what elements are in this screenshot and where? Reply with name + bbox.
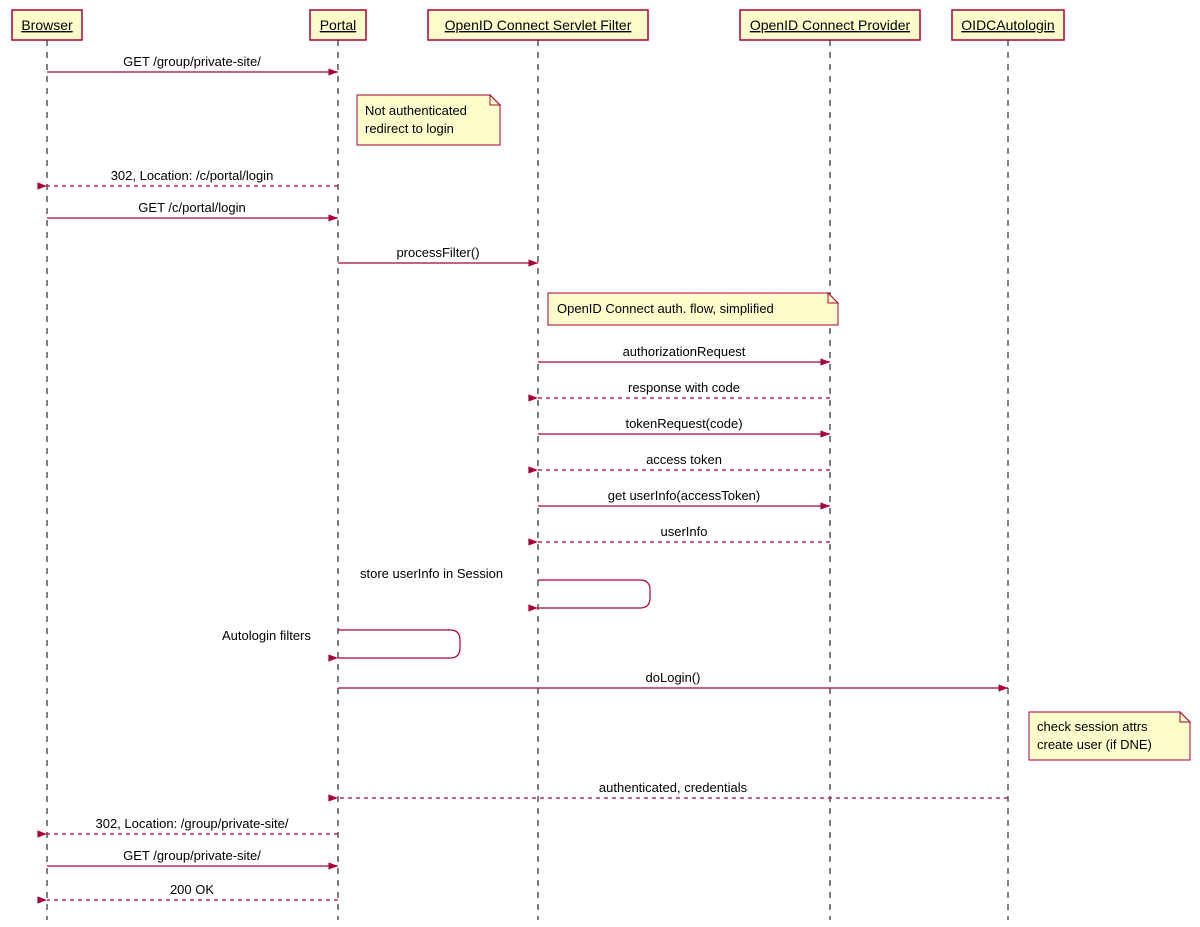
- msg-302-login: 302, Location: /c/portal/login: [47, 168, 338, 186]
- msg-store-userinfo-label: store userInfo in Session: [360, 566, 503, 581]
- note-check-session-line1: check session attrs: [1037, 719, 1148, 734]
- msg-get-private-site-label: GET /group/private-site/: [123, 54, 261, 69]
- msg-dologin: doLogin(): [338, 670, 1008, 688]
- msg-token-request-label: tokenRequest(code): [625, 416, 742, 431]
- msg-302-private: 302, Location: /group/private-site/: [47, 816, 338, 834]
- msg-autologin-filters: Autologin filters: [222, 628, 460, 658]
- msg-200-ok: 200 OK: [47, 882, 338, 900]
- msg-userinfo: userInfo: [538, 524, 830, 542]
- msg-dologin-label: doLogin(): [646, 670, 701, 685]
- msg-authenticated-label: authenticated, credentials: [599, 780, 748, 795]
- msg-autologin-filters-label: Autologin filters: [222, 628, 311, 643]
- participant-browser: Browser: [12, 10, 82, 40]
- msg-access-token: access token: [538, 452, 830, 470]
- participant-portal: Portal: [310, 10, 366, 40]
- participant-provider-label: OpenID Connect Provider: [750, 17, 911, 33]
- msg-store-userinfo: store userInfo in Session: [360, 566, 650, 608]
- msg-get-userinfo: get userInfo(accessToken): [538, 488, 830, 506]
- msg-response-code-label: response with code: [628, 380, 740, 395]
- msg-token-request: tokenRequest(code): [538, 416, 830, 434]
- participant-provider: OpenID Connect Provider: [740, 10, 920, 40]
- participant-filter: OpenID Connect Servlet Filter: [428, 10, 648, 40]
- msg-get-private-site: GET /group/private-site/: [47, 54, 338, 72]
- msg-get-private-site-2-label: GET /group/private-site/: [123, 848, 261, 863]
- msg-get-userinfo-label: get userInfo(accessToken): [608, 488, 760, 503]
- sequence-diagram: Browser Portal OpenID Connect Servlet Fi…: [0, 0, 1200, 927]
- note-not-authenticated-line2: redirect to login: [365, 121, 454, 136]
- msg-access-token-label: access token: [646, 452, 722, 467]
- msg-response-code: response with code: [538, 380, 830, 398]
- msg-get-private-site-2: GET /group/private-site/: [47, 848, 338, 866]
- msg-200-ok-label: 200 OK: [170, 882, 214, 897]
- note-check-session: check session attrs create user (if DNE): [1029, 712, 1190, 760]
- participant-filter-label: OpenID Connect Servlet Filter: [445, 17, 632, 33]
- msg-302-private-label: 302, Location: /group/private-site/: [96, 816, 289, 831]
- participant-browser-label: Browser: [21, 17, 73, 33]
- note-check-session-line2: create user (if DNE): [1037, 737, 1152, 752]
- note-auth-flow: OpenID Connect auth. flow, simplified: [548, 293, 838, 325]
- msg-processfilter-label: processFilter(): [396, 245, 479, 260]
- participant-portal-label: Portal: [320, 17, 357, 33]
- msg-302-login-label: 302, Location: /c/portal/login: [111, 168, 274, 183]
- msg-get-login: GET /c/portal/login: [47, 200, 338, 218]
- participant-autologin: OIDCAutologin: [952, 10, 1064, 40]
- msg-userinfo-label: userInfo: [661, 524, 708, 539]
- msg-authorization-request-label: authorizationRequest: [623, 344, 746, 359]
- msg-authorization-request: authorizationRequest: [538, 344, 830, 362]
- msg-processfilter: processFilter(): [338, 245, 538, 263]
- note-not-authenticated: Not authenticated redirect to login: [357, 95, 500, 145]
- note-not-authenticated-line1: Not authenticated: [365, 103, 467, 118]
- participant-autologin-label: OIDCAutologin: [961, 17, 1054, 33]
- msg-authenticated: authenticated, credentials: [338, 780, 1008, 798]
- note-auth-flow-label: OpenID Connect auth. flow, simplified: [557, 301, 774, 316]
- msg-get-login-label: GET /c/portal/login: [138, 200, 245, 215]
